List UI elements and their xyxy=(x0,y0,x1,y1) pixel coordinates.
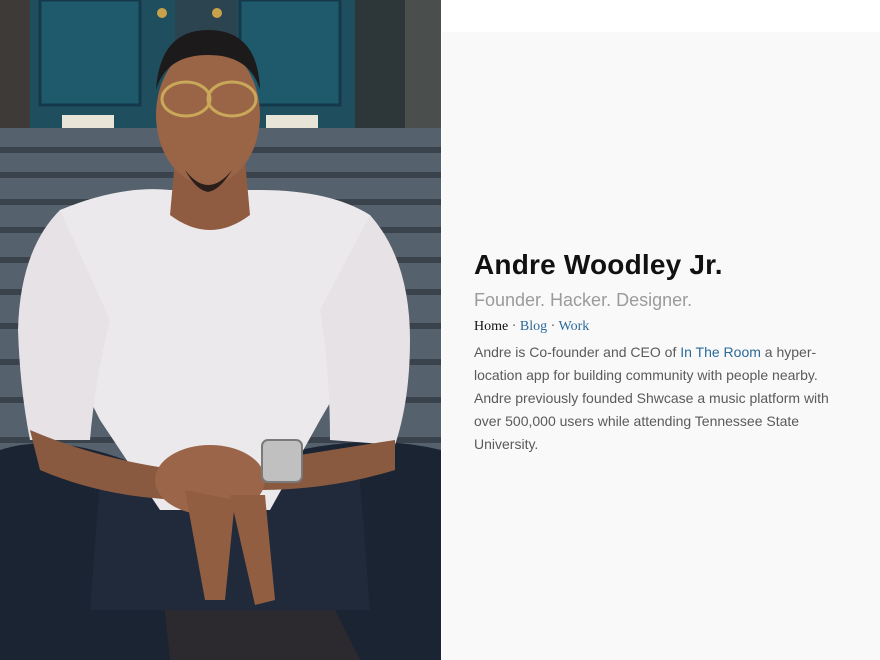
nav-home[interactable]: Home xyxy=(474,319,508,334)
profile-page: Andre Woodley Jr. Founder. Hacker. Desig… xyxy=(0,0,880,660)
nav-separator: · xyxy=(550,319,556,334)
bio-section: Andre Woodley Jr. Founder. Hacker. Desig… xyxy=(474,248,834,456)
bio-text-rest: a hyper-location app for building commun… xyxy=(474,344,829,452)
bio-text-intro: Andre is Co-founder and CEO of xyxy=(474,344,677,360)
profile-photo-illustration xyxy=(0,0,441,660)
profile-photo xyxy=(0,0,441,660)
nav-separator: · xyxy=(511,319,517,334)
site-nav: Home · Blog · Work xyxy=(474,317,834,337)
nav-work-link[interactable]: Work xyxy=(559,319,590,334)
profile-tagline: Founder. Hacker. Designer. xyxy=(474,290,693,310)
in-the-room-link[interactable]: In The Room xyxy=(680,344,761,360)
bio-description: Andre is Co-founder and CEO of In The Ro… xyxy=(474,341,834,456)
nav-blog-link[interactable]: Blog xyxy=(520,319,547,334)
profile-name: Andre Woodley Jr. xyxy=(474,249,723,280)
